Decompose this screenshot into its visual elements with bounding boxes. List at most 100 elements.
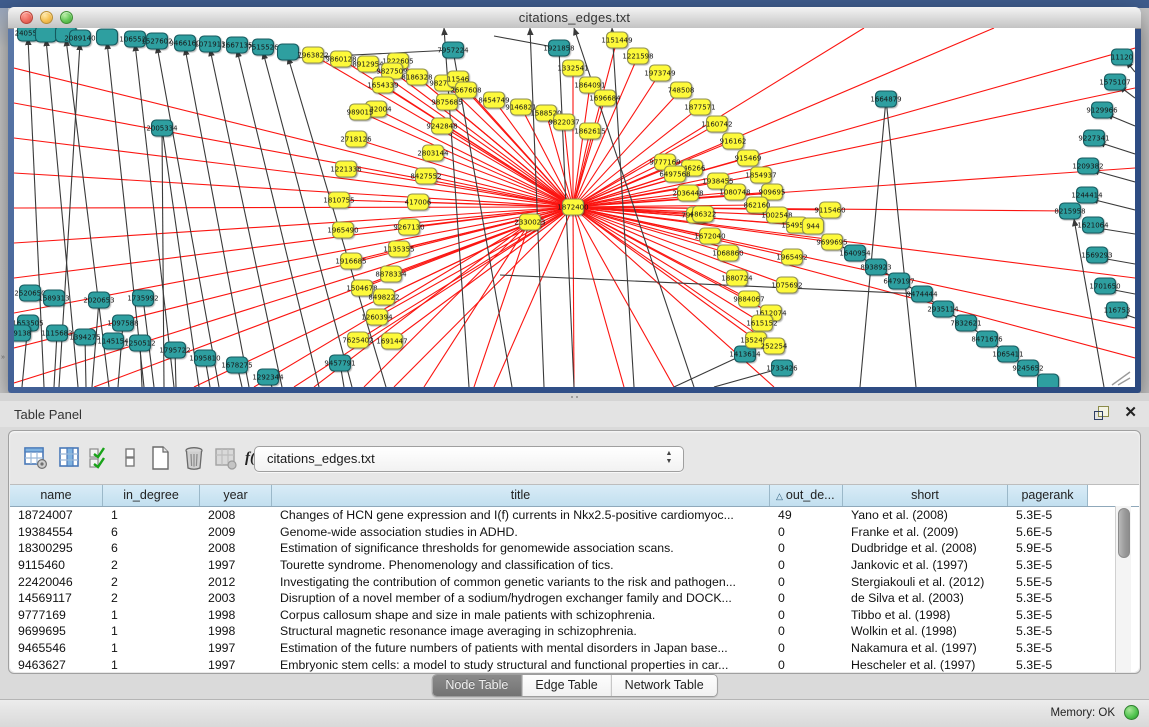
graph-node-teal[interactable]: 8215958: [1054, 203, 1085, 219]
graph-node-yellow[interactable]: 7963822: [297, 47, 328, 63]
graph-node-yellow[interactable]: 1332541: [557, 60, 588, 76]
graph-node-teal[interactable]: 39138: [14, 325, 31, 341]
graph-node-yellow[interactable]: 9242848: [426, 118, 457, 134]
column-header-in_degree[interactable]: in_degree: [103, 485, 200, 506]
graph-node-yellow[interactable]: 9267130: [393, 219, 424, 235]
column-header-year[interactable]: year: [200, 485, 272, 506]
graph-node-teal[interactable]: [36, 28, 57, 42]
graph-node-yellow[interactable]: 1973749: [644, 65, 675, 81]
graph-node-yellow[interactable]: 944: [803, 218, 824, 234]
table-settings-icon[interactable]: [23, 445, 49, 471]
table-cell: 5.9E-5: [1008, 541, 1088, 555]
graph-node-teal[interactable]: 8938923: [860, 259, 891, 275]
graph-node-teal[interactable]: 11120: [1111, 49, 1133, 65]
graph-node-teal[interactable]: 1621064: [1077, 217, 1109, 233]
table-row[interactable]: 1830029562008Estimation of significance …: [10, 540, 1139, 557]
table-row[interactable]: 1456911722003Disruption of a novel membe…: [10, 590, 1139, 607]
graph-node-teal[interactable]: 1065411: [992, 346, 1023, 362]
graph-node-teal[interactable]: 1664879: [870, 91, 901, 107]
graph-node-teal[interactable]: 1921858: [543, 40, 574, 56]
memory-status-indicator[interactable]: [1124, 705, 1139, 720]
graph-node-yellow[interactable]: 1810755: [323, 192, 354, 208]
graph-node-yellow[interactable]: 1221336: [330, 161, 362, 177]
graph-node-teal[interactable]: 1735992: [127, 290, 158, 306]
graph-node-yellow[interactable]: 2803144: [417, 145, 449, 161]
select-rows-icon[interactable]: [87, 445, 113, 471]
graph-node-yellow[interactable]: 989015: [347, 104, 374, 120]
graph-node-yellow[interactable]: 1221598: [622, 48, 653, 64]
graph-node-yellow[interactable]: 1880724: [721, 270, 753, 286]
graph-node-teal[interactable]: 116753: [1104, 302, 1131, 318]
panel-collapse-marker[interactable]: »: [1, 354, 6, 361]
table-select-dropdown[interactable]: citations_edges.txt ▲▼: [254, 446, 684, 472]
table-row[interactable]: 1872400712008Changes of HCN gene express…: [10, 507, 1139, 524]
graph-node-yellow[interactable]: 1260394: [361, 309, 393, 325]
graph-node-yellow[interactable]: 915469: [735, 150, 762, 166]
column-header-short[interactable]: short: [843, 485, 1008, 506]
graph-node-yellow[interactable]: 1916685: [335, 253, 366, 269]
window-titlebar[interactable]: citations_edges.txt: [8, 7, 1141, 29]
graph-node-yellow[interactable]: 1877571: [684, 99, 715, 115]
graph-node-yellow[interactable]: 1068860: [712, 245, 743, 261]
graph-node-label: 1332541: [557, 64, 588, 72]
tab-network-table[interactable]: Network Table: [611, 675, 717, 696]
graph-node-label: 8471676: [971, 335, 1003, 343]
graph-node-teal[interactable]: 7832621: [950, 315, 981, 331]
network-canvas[interactable]: 2405572089140106552815276029466160107191…: [14, 28, 1135, 387]
graph-node-yellow[interactable]: 1135355: [383, 241, 414, 257]
graph-node-yellow[interactable]: 1075692: [771, 277, 802, 293]
pane-divider[interactable]: [0, 393, 1149, 401]
graph-node-yellow[interactable]: 1672040: [694, 228, 725, 244]
graph-node-yellow[interactable]: 2718126: [340, 131, 372, 147]
graph-node-yellow[interactable]: 916162: [720, 133, 747, 149]
column-header-out_de[interactable]: △out_de...: [770, 485, 843, 506]
graph-node-teal[interactable]: 8471676: [971, 331, 1003, 347]
table-row[interactable]: 946362711997Embryonic stem cells: a mode…: [10, 656, 1139, 672]
graph-node-teal[interactable]: [97, 29, 118, 45]
graph-node-yellow[interactable]: 1965490: [327, 222, 358, 238]
close-panel-icon[interactable]: ✕: [1124, 405, 1137, 421]
tab-node-table[interactable]: Node Table: [432, 675, 521, 696]
graph-node-yellow[interactable]: 252254: [761, 338, 788, 354]
graph-node-teal[interactable]: 9457791: [324, 355, 355, 371]
graph-node-teal[interactable]: 9227341: [1078, 130, 1109, 146]
table-row[interactable]: 977716911998Corpus callosum shape and si…: [10, 607, 1139, 624]
new-file-icon[interactable]: [147, 445, 173, 471]
graph-node-yellow[interactable]: 486322: [690, 206, 717, 222]
graph-node-yellow[interactable]: 1151449: [601, 32, 632, 48]
graph-node-teal[interactable]: 1678275: [221, 357, 252, 373]
graph-node-yellow[interactable]: 417006: [405, 194, 432, 210]
table-row[interactable]: 969969511998Structural magnetic resonanc…: [10, 623, 1139, 640]
column-header-name[interactable]: name: [10, 485, 103, 506]
graph-node-teal[interactable]: 9245652: [1012, 360, 1043, 376]
graph-node-teal[interactable]: 1569293: [1081, 247, 1112, 263]
graph-node-yellow[interactable]: 1160742: [701, 116, 732, 132]
float-panel-icon[interactable]: [1094, 405, 1110, 421]
trash-icon[interactable]: [181, 445, 207, 471]
graph-node-teal[interactable]: [278, 44, 299, 60]
column-header-pagerank[interactable]: pagerank: [1008, 485, 1088, 506]
graph-node-teal[interactable]: 1575107: [1099, 74, 1130, 90]
stacked-cells-icon[interactable]: [117, 445, 143, 471]
table-row[interactable]: 911546021997Tourette syndrome. Phenomeno…: [10, 557, 1139, 574]
table-header-row: namein_degreeyeartitle△out_de...shortpag…: [10, 485, 1139, 507]
table-row[interactable]: 946554611997Estimation of the future num…: [10, 640, 1139, 657]
column-header-title[interactable]: title: [272, 485, 770, 506]
graph-node-teal[interactable]: 1250512: [124, 335, 155, 351]
tab-edge-table[interactable]: Edge Table: [521, 675, 610, 696]
graph-node-yellow[interactable]: 9115460: [814, 202, 845, 218]
table-row[interactable]: 2242004622012Investigating the contribut…: [10, 573, 1139, 590]
table-cell: Estimation of the future numbers of pati…: [272, 641, 770, 655]
graph-node-teal[interactable]: 1115683: [41, 325, 72, 341]
table-vertical-scrollbar[interactable]: [1115, 506, 1131, 672]
graph-node-yellow[interactable]: 748508: [668, 82, 695, 98]
scrollbar-thumb[interactable]: [1118, 508, 1130, 558]
graph-node-teal[interactable]: 9129966: [1086, 102, 1118, 118]
graph-node-teal[interactable]: [1038, 374, 1059, 387]
network-graph[interactable]: 2405572089140106552815276029466160107191…: [14, 28, 1135, 387]
show-column-icon[interactable]: [57, 445, 83, 471]
graph-node-teal[interactable]: 7957224: [437, 42, 469, 58]
graph-node-teal[interactable]: 1701650: [1089, 278, 1120, 294]
table-row[interactable]: 1938455462009Genome-wide association stu…: [10, 524, 1139, 541]
graph-node-teal[interactable]: 1733426: [766, 360, 798, 376]
